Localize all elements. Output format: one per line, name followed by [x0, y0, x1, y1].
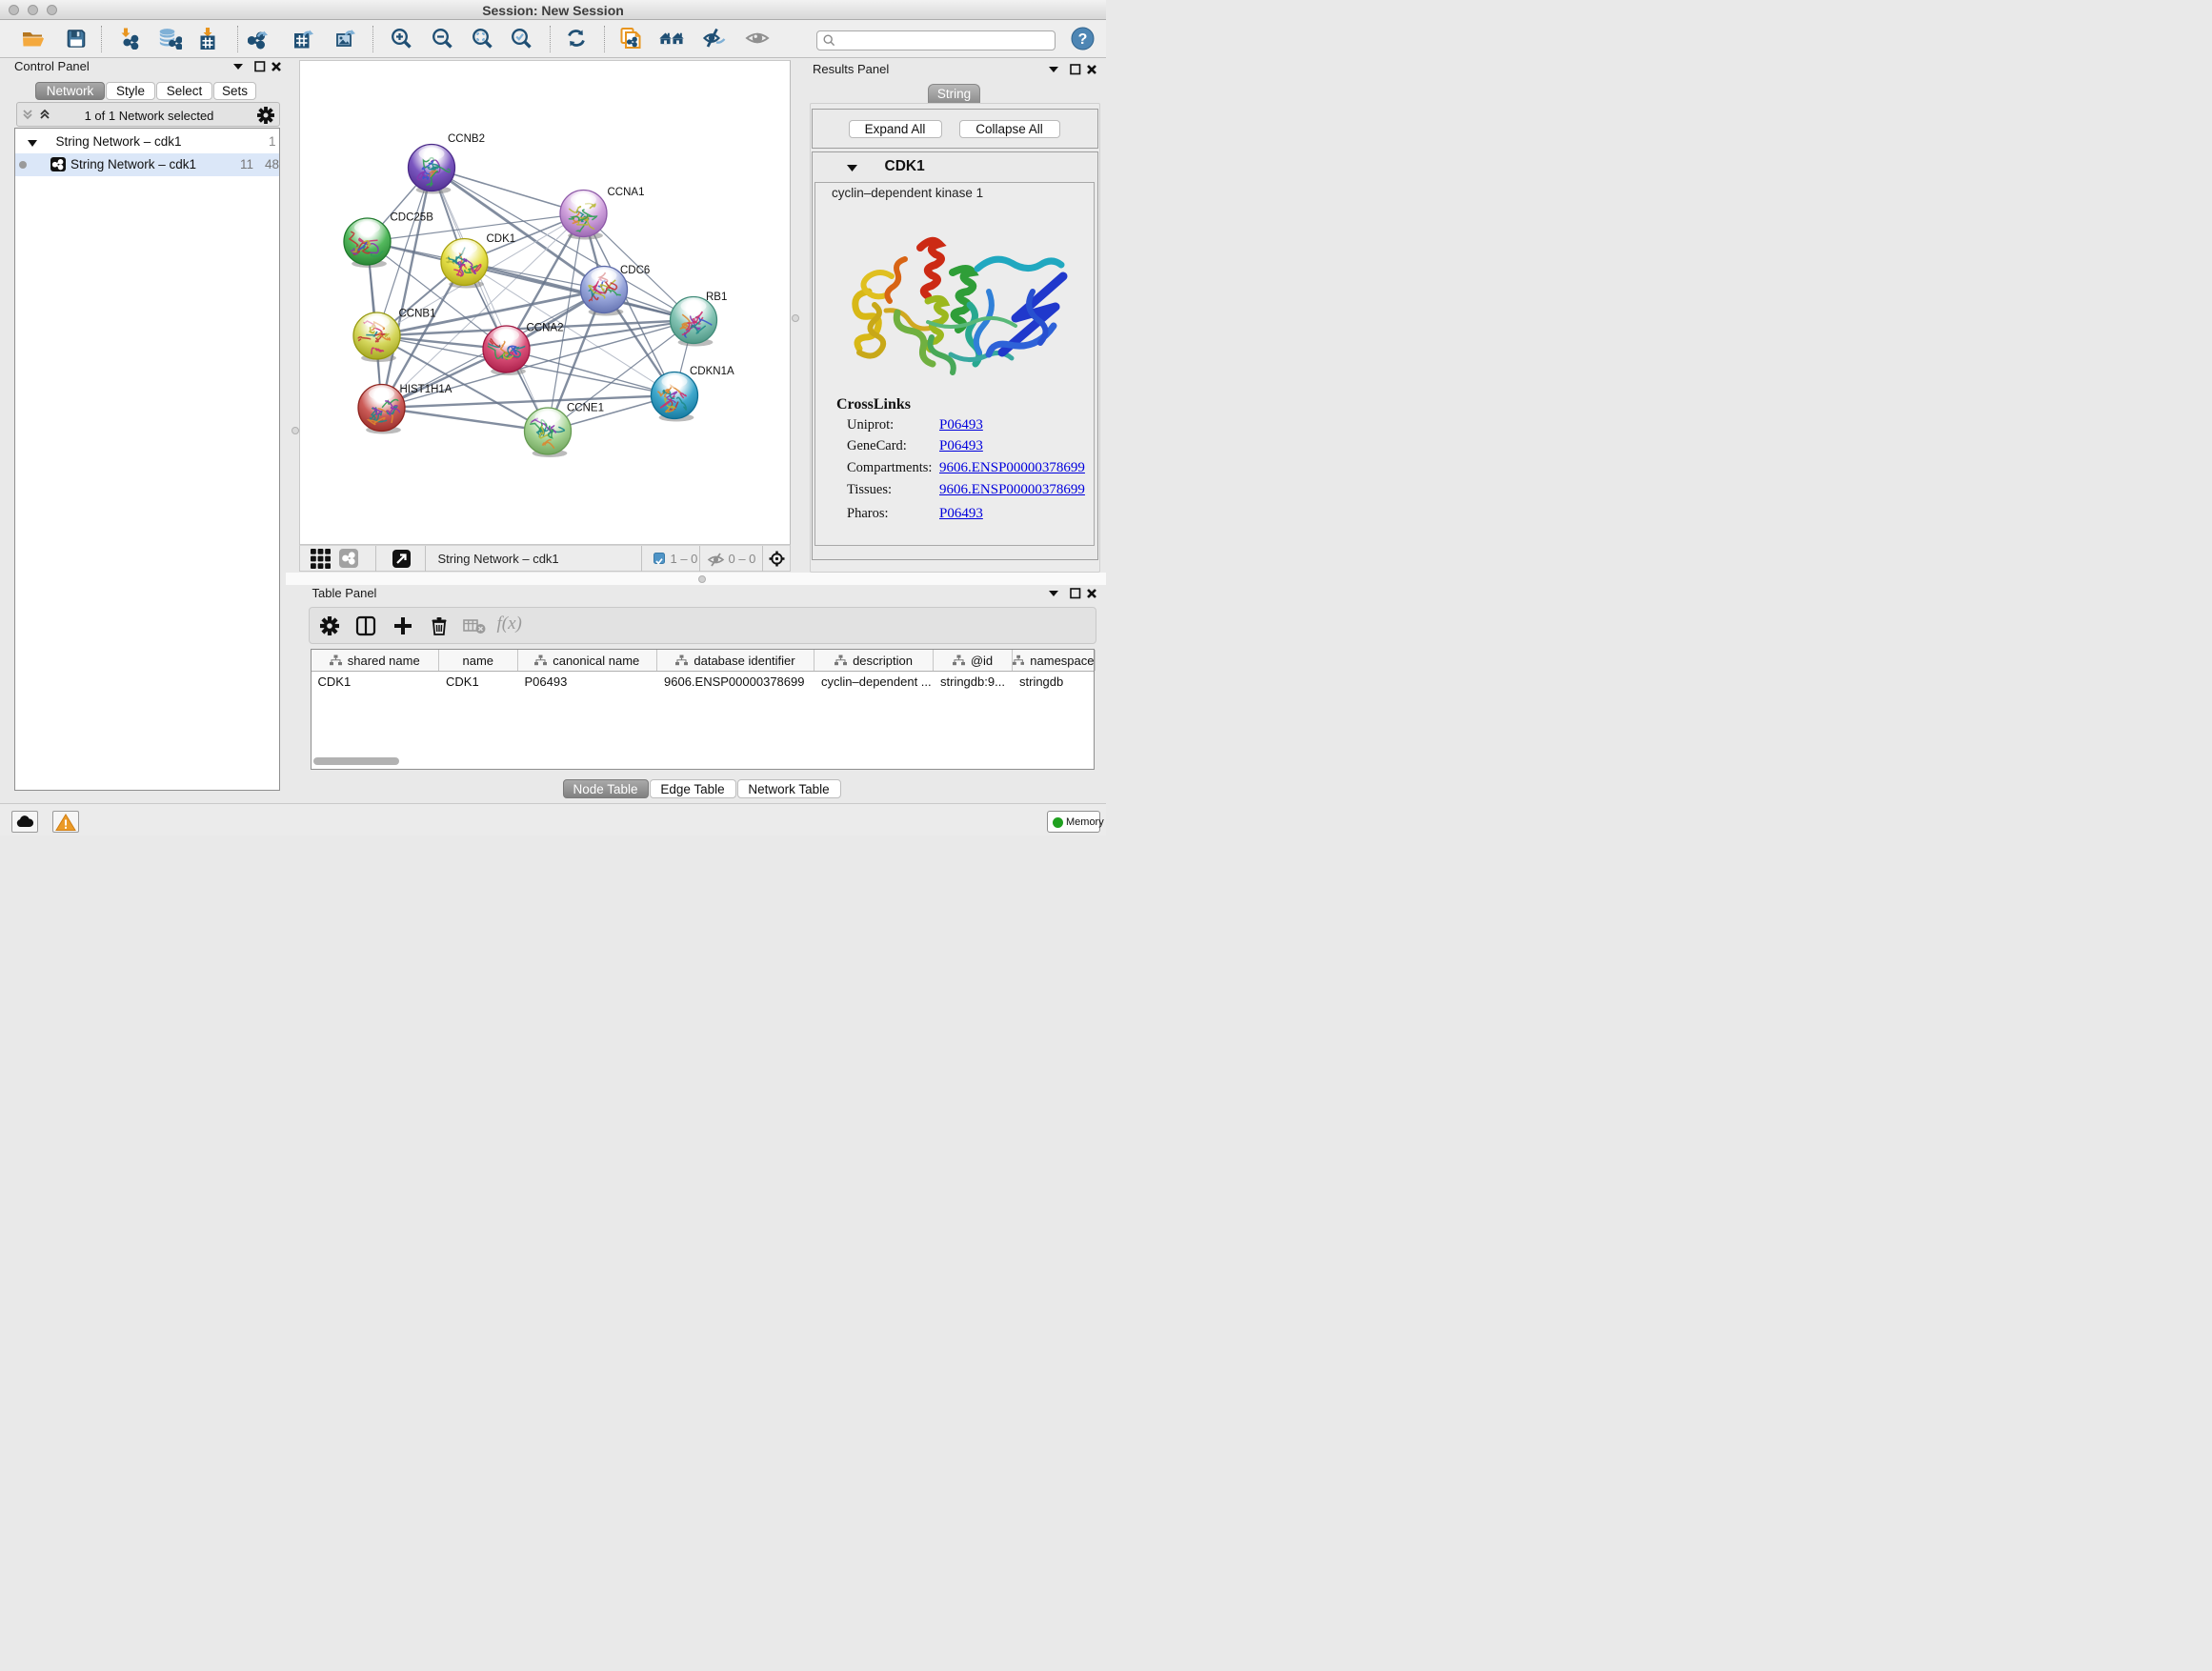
svg-text:?: ? — [1077, 31, 1087, 48]
svg-text:CCNB1: CCNB1 — [398, 309, 435, 320]
svg-text:CDC6: CDC6 — [620, 265, 650, 276]
svg-text:CCNA2: CCNA2 — [526, 323, 563, 334]
svg-text:CDK1: CDK1 — [486, 233, 515, 245]
svg-text:HIST1H1A: HIST1H1A — [399, 384, 452, 395]
svg-text:RB1: RB1 — [706, 292, 727, 303]
svg-text:CDKN1A: CDKN1A — [690, 366, 734, 377]
svg-text:CCNB2: CCNB2 — [448, 133, 485, 145]
svg-text:CCNA1: CCNA1 — [607, 187, 644, 198]
svg-text:CDC25B: CDC25B — [390, 212, 433, 224]
svg-text:CCNE1: CCNE1 — [567, 403, 604, 414]
